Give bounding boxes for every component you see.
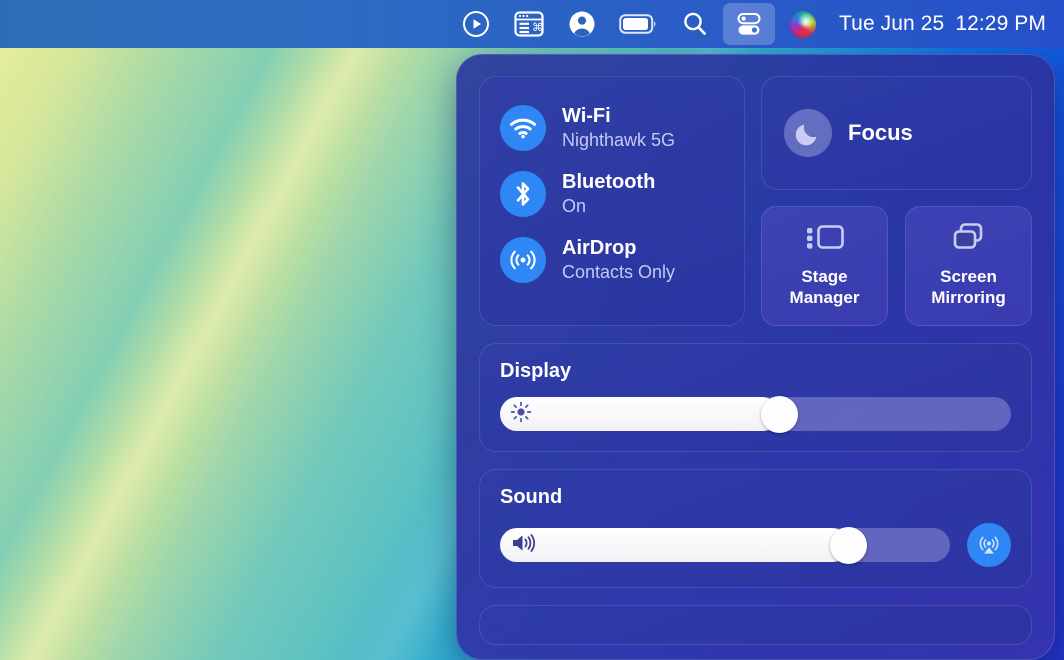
search-icon[interactable] bbox=[670, 0, 720, 48]
display-title: Display bbox=[500, 360, 1011, 383]
bluetooth-status: On bbox=[562, 195, 655, 218]
screen-mirroring-label: Screen Mirroring bbox=[931, 267, 1006, 308]
airdrop-status: Contacts Only bbox=[562, 261, 675, 284]
moon-icon bbox=[784, 109, 832, 157]
wifi-status: Nighthawk 5G bbox=[562, 129, 675, 152]
clock-date: Tue Jun 25 bbox=[839, 12, 944, 35]
shortcuts-icon[interactable]: ⌘ bbox=[502, 0, 556, 48]
screen-mirroring-line2: Mirroring bbox=[931, 288, 1006, 307]
airdrop-title: AirDrop bbox=[562, 237, 675, 260]
now-playing-icon[interactable] bbox=[450, 0, 502, 48]
stage-manager-line2: Manager bbox=[790, 288, 860, 307]
bluetooth-title: Bluetooth bbox=[562, 171, 655, 194]
focus-label: Focus bbox=[848, 120, 913, 146]
sound-title: Sound bbox=[500, 486, 1011, 509]
control-center-top-row: Wi-Fi Nighthawk 5G Bluetooth On bbox=[479, 76, 1032, 326]
bluetooth-toggle[interactable]: Bluetooth On bbox=[500, 161, 744, 227]
wifi-toggle[interactable]: Wi-Fi Nighthawk 5G bbox=[500, 95, 744, 161]
quick-tiles-row: Stage Manager Screen Mirroring bbox=[761, 206, 1032, 326]
airplay-audio-icon[interactable] bbox=[967, 523, 1011, 567]
sound-slider-row bbox=[500, 523, 1011, 567]
control-center-panel: Wi-Fi Nighthawk 5G Bluetooth On bbox=[456, 54, 1055, 660]
display-slider-fill bbox=[500, 397, 779, 431]
wifi-title: Wi-Fi bbox=[562, 105, 675, 128]
siri-icon[interactable] bbox=[778, 0, 827, 48]
sound-slider-knob[interactable] bbox=[830, 527, 867, 564]
screen-mirroring-button[interactable]: Screen Mirroring bbox=[905, 206, 1032, 326]
siri-orb bbox=[789, 11, 816, 38]
volume-icon bbox=[510, 532, 536, 559]
bluetooth-text: Bluetooth On bbox=[562, 171, 655, 218]
focus-button[interactable]: Focus bbox=[761, 76, 1032, 190]
brightness-icon bbox=[510, 401, 532, 428]
display-slider-knob[interactable] bbox=[761, 396, 798, 433]
menu-bar-clock[interactable]: Tue Jun 25 12:29 PM bbox=[839, 12, 1046, 36]
clock-time: 12:29 PM bbox=[955, 12, 1046, 35]
wifi-icon bbox=[500, 105, 546, 151]
display-slider-row bbox=[500, 397, 1011, 431]
airdrop-icon bbox=[500, 237, 546, 283]
screen-mirroring-line1: Screen bbox=[940, 267, 997, 286]
next-card-partial bbox=[479, 605, 1032, 645]
battery-icon[interactable] bbox=[608, 0, 670, 48]
svg-text:⌘: ⌘ bbox=[532, 21, 543, 34]
sound-volume-slider[interactable] bbox=[500, 528, 950, 562]
sound-slider-fill bbox=[500, 528, 849, 562]
stage-manager-line1: Stage bbox=[801, 267, 847, 286]
control-center-right-column: Focus Stage Manager bbox=[761, 76, 1032, 326]
stage-manager-button[interactable]: Stage Manager bbox=[761, 206, 888, 326]
sound-card: Sound bbox=[479, 469, 1032, 588]
screen-mirroring-icon bbox=[948, 221, 990, 258]
menu-bar: ⌘ Tue Jun 25 12:29 PM bbox=[0, 0, 1064, 48]
airdrop-text: AirDrop Contacts Only bbox=[562, 237, 675, 284]
display-card: Display bbox=[479, 343, 1032, 452]
bluetooth-icon bbox=[500, 171, 546, 217]
stage-manager-label: Stage Manager bbox=[790, 267, 860, 308]
control-center-icon[interactable] bbox=[723, 3, 775, 45]
connectivity-card: Wi-Fi Nighthawk 5G Bluetooth On bbox=[479, 76, 745, 326]
display-brightness-slider[interactable] bbox=[500, 397, 1011, 431]
user-account-icon[interactable] bbox=[556, 0, 608, 48]
airdrop-toggle[interactable]: AirDrop Contacts Only bbox=[500, 227, 744, 293]
stage-manager-icon bbox=[804, 221, 846, 258]
wifi-text: Wi-Fi Nighthawk 5G bbox=[562, 105, 675, 152]
